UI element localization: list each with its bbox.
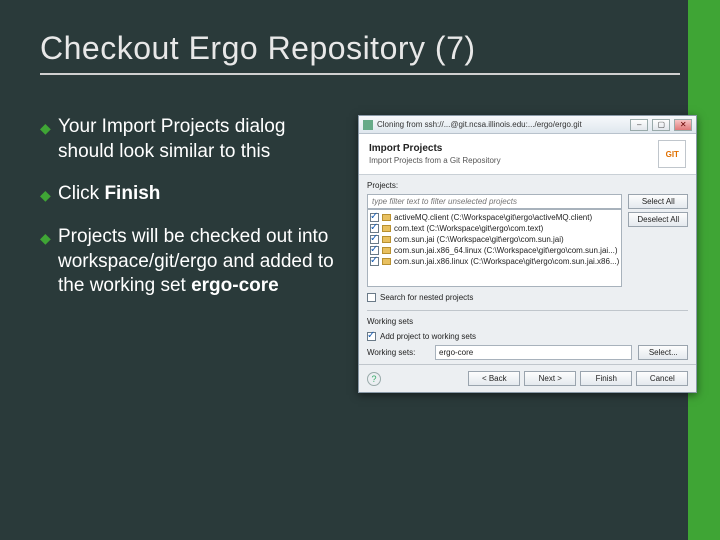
- bullet-text-bold: Finish: [104, 183, 160, 204]
- checkbox-label: Add project to working sets: [380, 332, 476, 341]
- diamond-icon: ◆: [40, 182, 58, 207]
- bullet-text-pre: Your Import Projects dialog should look …: [58, 116, 285, 162]
- maximize-button[interactable]: ▢: [652, 119, 670, 131]
- back-button[interactable]: < Back: [468, 371, 520, 386]
- dialog-body: Projects: activeMQ.client (C:\Workspace\…: [359, 175, 696, 364]
- project-item[interactable]: com.sun.jai.x86_64.linux (C:\Workspace\g…: [370, 245, 619, 256]
- finish-button[interactable]: Finish: [580, 371, 632, 386]
- checkbox-icon[interactable]: [370, 246, 379, 255]
- close-button[interactable]: ✕: [674, 119, 692, 131]
- project-label: activeMQ.client (C:\Workspace\git\ergo\a…: [394, 213, 592, 222]
- checkbox-icon[interactable]: [370, 213, 379, 222]
- bullet-item: ◆ Your Import Projects dialog should loo…: [40, 115, 340, 164]
- bullet-text: Projects will be checked out into worksp…: [58, 225, 340, 299]
- next-button[interactable]: Next >: [524, 371, 576, 386]
- projects-label: Projects:: [367, 181, 688, 190]
- bullet-item: ◆ Click Finish: [40, 182, 340, 207]
- git-icon: GIT: [658, 140, 686, 168]
- dialog-footer: ? < Back Next > Finish Cancel: [359, 364, 696, 392]
- dialog-header: Import Projects Import Projects from a G…: [359, 134, 696, 175]
- titlebar[interactable]: Cloning from ssh://...@git.ncsa.illinois…: [359, 116, 696, 134]
- checkbox-icon[interactable]: [367, 332, 376, 341]
- diamond-icon: ◆: [40, 225, 58, 299]
- project-item[interactable]: activeMQ.client (C:\Workspace\git\ergo\a…: [370, 212, 619, 223]
- app-icon: [363, 120, 373, 130]
- dialog-title: Import Projects: [369, 143, 501, 154]
- folder-icon: [382, 214, 391, 221]
- folder-icon: [382, 247, 391, 254]
- project-label: com.sun.jai.x86.linux (C:\Workspace\git\…: [394, 257, 619, 266]
- working-sets-field-label: Working sets:: [367, 348, 429, 357]
- bullet-item: ◆ Projects will be checked out into work…: [40, 225, 340, 299]
- working-sets-input[interactable]: [435, 345, 632, 360]
- cancel-button[interactable]: Cancel: [636, 371, 688, 386]
- checkbox-icon[interactable]: [367, 293, 376, 302]
- select-working-set-button[interactable]: Select...: [638, 345, 688, 360]
- bullet-text: Your Import Projects dialog should look …: [58, 115, 340, 164]
- bullet-list: ◆ Your Import Projects dialog should loo…: [40, 115, 340, 393]
- checkbox-icon[interactable]: [370, 235, 379, 244]
- bullet-text-bold: ergo-core: [191, 275, 279, 296]
- project-item[interactable]: com.sun.jai (C:\Workspace\git\ergo\com.s…: [370, 234, 619, 245]
- bullet-text-pre: Click: [58, 183, 104, 204]
- project-item[interactable]: com.sun.jai.x86.linux (C:\Workspace\git\…: [370, 256, 619, 267]
- checkbox-icon[interactable]: [370, 224, 379, 233]
- project-item[interactable]: com.text (C:\Workspace\git\ergo\com.text…: [370, 223, 619, 234]
- checkbox-label: Search for nested projects: [380, 293, 473, 302]
- select-all-button[interactable]: Select All: [628, 194, 688, 209]
- slide-title: Checkout Ergo Repository (7): [0, 0, 720, 73]
- working-sets-group: Working sets Add project to working sets…: [367, 310, 688, 360]
- projects-list[interactable]: activeMQ.client (C:\Workspace\git\ergo\a…: [367, 209, 622, 287]
- project-label: com.text (C:\Workspace\git\ergo\com.text…: [394, 224, 543, 233]
- folder-icon: [382, 236, 391, 243]
- deselect-all-button[interactable]: Deselect All: [628, 212, 688, 227]
- window-title: Cloning from ssh://...@git.ncsa.illinois…: [377, 120, 626, 129]
- folder-icon: [382, 225, 391, 232]
- search-nested-checkbox[interactable]: Search for nested projects: [367, 293, 688, 302]
- help-icon[interactable]: ?: [367, 372, 381, 386]
- diamond-icon: ◆: [40, 115, 58, 164]
- folder-icon: [382, 258, 391, 265]
- add-to-working-set-checkbox[interactable]: Add project to working sets: [367, 332, 688, 341]
- dialog-subtitle: Import Projects from a Git Repository: [369, 156, 501, 165]
- minimize-button[interactable]: –: [630, 119, 648, 131]
- title-rule: [40, 73, 680, 75]
- import-projects-dialog: Cloning from ssh://...@git.ncsa.illinois…: [358, 115, 697, 393]
- project-label: com.sun.jai (C:\Workspace\git\ergo\com.s…: [394, 235, 564, 244]
- filter-input[interactable]: [367, 194, 622, 209]
- working-sets-group-label: Working sets: [367, 317, 688, 326]
- bullet-text: Click Finish: [58, 182, 340, 207]
- slide-content: ◆ Your Import Projects dialog should loo…: [0, 115, 720, 393]
- project-label: com.sun.jai.x86_64.linux (C:\Workspace\g…: [394, 246, 618, 255]
- checkbox-icon[interactable]: [370, 257, 379, 266]
